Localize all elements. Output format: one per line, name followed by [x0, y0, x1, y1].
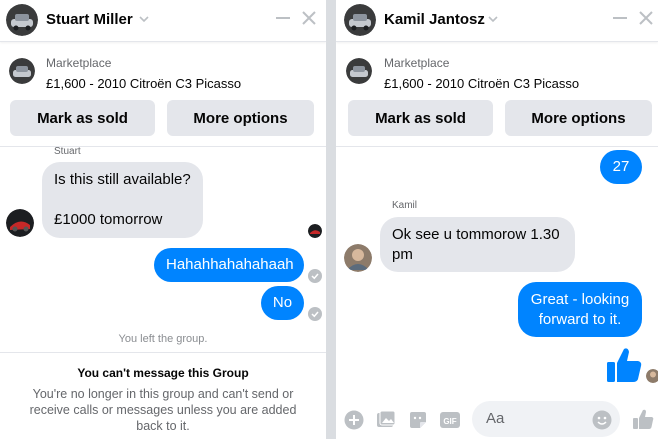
outgoing-message[interactable]: 27	[600, 150, 642, 184]
svg-text:GIF: GIF	[443, 417, 456, 426]
message-line: Is this still available?	[54, 171, 191, 188]
minimize-icon[interactable]	[612, 10, 628, 26]
marketplace-label: Marketplace	[384, 56, 450, 70]
seen-avatar	[308, 224, 322, 238]
divider	[0, 146, 326, 147]
outgoing-message[interactable]: No	[261, 286, 304, 320]
mark-as-sold-button[interactable]: Mark as sold	[10, 100, 155, 136]
close-icon[interactable]	[301, 10, 317, 26]
contact-name[interactable]: Kamil Jantosz	[384, 11, 485, 28]
sender-name: Stuart	[54, 146, 81, 157]
message-placeholder: Aa	[486, 410, 505, 427]
incoming-message[interactable]: Ok see u tommorow 1.30 pm	[380, 217, 575, 272]
outgoing-message[interactable]: Hahahhahahahaah	[154, 248, 304, 282]
divider	[336, 146, 658, 147]
outgoing-message[interactable]: Great - looking forward to it.	[518, 282, 642, 337]
system-message: You left the group.	[118, 333, 208, 345]
sent-check-icon	[308, 269, 322, 283]
sender-avatar[interactable]	[6, 209, 34, 237]
chat-window-stuart: Stuart Miller Marketplace £1,600 - 2010 …	[0, 0, 326, 439]
listing-thumbnail[interactable]	[346, 58, 372, 84]
seen-avatar	[646, 369, 658, 383]
message-line: £1000 tomorrow	[54, 211, 163, 228]
contact-avatar[interactable]	[344, 4, 376, 36]
more-options-button[interactable]: More options	[167, 100, 314, 136]
divider	[0, 352, 326, 353]
emoji-icon[interactable]	[592, 410, 612, 430]
window-gutter	[326, 0, 336, 439]
thumbs-up-icon	[606, 345, 642, 383]
more-options-button[interactable]: More options	[505, 100, 652, 136]
minimize-icon[interactable]	[275, 10, 291, 26]
gif-icon[interactable]: GIF	[440, 410, 460, 430]
photo-icon[interactable]	[376, 410, 396, 430]
close-icon[interactable]	[638, 10, 654, 26]
sender-avatar[interactable]	[344, 244, 372, 272]
sender-name: Kamil	[392, 200, 418, 211]
message-input[interactable]: Aa	[472, 401, 620, 437]
contact-name[interactable]: Stuart Miller	[46, 11, 133, 28]
chevron-down-icon[interactable]	[486, 12, 500, 26]
sent-check-icon	[308, 307, 322, 321]
listing-title[interactable]: £1,600 - 2010 Citroën C3 Picasso	[384, 76, 579, 91]
plus-icon[interactable]	[344, 410, 364, 430]
chat-header: Kamil Jantosz	[336, 0, 658, 42]
listing-thumbnail[interactable]	[9, 58, 35, 84]
incoming-message[interactable]: Is this still available? £1000 tomorrow	[42, 162, 203, 238]
notice-body: You're no longer in this group and can't…	[29, 387, 297, 433]
mark-as-sold-button[interactable]: Mark as sold	[348, 100, 493, 136]
notice-title: You can't message this Group	[77, 366, 249, 380]
sticker-icon[interactable]	[408, 410, 428, 430]
chat-window-kamil: Kamil Jantosz Marketplace £1,600 - 2010 …	[336, 0, 658, 439]
listing-title[interactable]: £1,600 - 2010 Citroën C3 Picasso	[46, 76, 241, 91]
marketplace-label: Marketplace	[46, 56, 112, 70]
contact-avatar[interactable]	[6, 4, 38, 36]
like-icon[interactable]	[632, 408, 654, 430]
chat-header: Stuart Miller	[0, 0, 326, 42]
chevron-down-icon[interactable]	[137, 12, 151, 26]
